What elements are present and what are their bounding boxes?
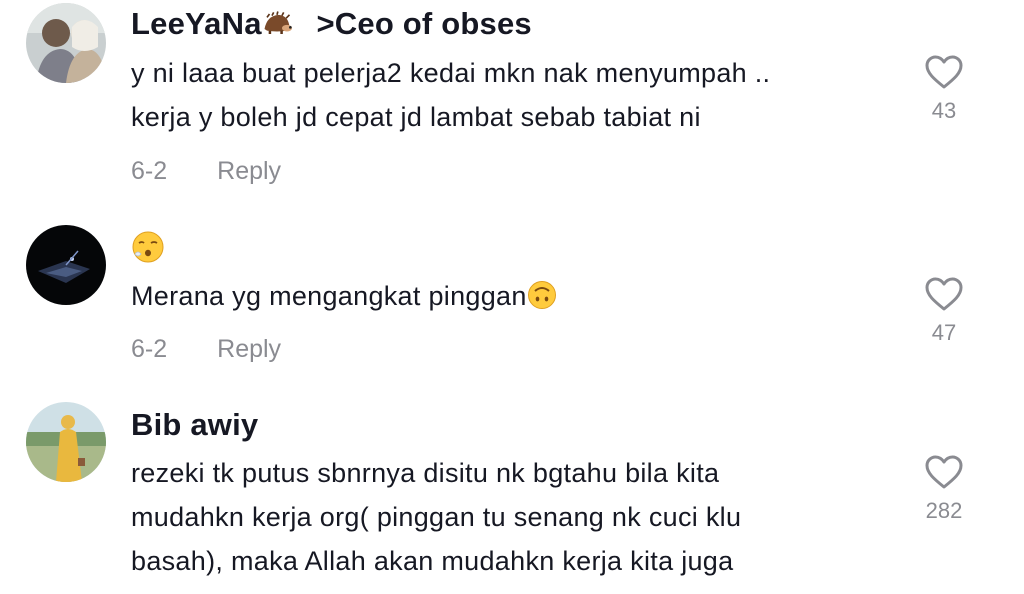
like-count: 43 bbox=[931, 98, 957, 123]
reply-button[interactable]: Reply bbox=[217, 335, 281, 363]
username-suffix: >Ceo of obses bbox=[316, 6, 532, 41]
like-button[interactable]: 43 bbox=[922, 54, 966, 124]
comment-text-line: rezeki tk putus sbnrnya disitu nk bgtahu… bbox=[131, 458, 720, 488]
like-button[interactable]: 47 bbox=[922, 276, 966, 346]
comment-username[interactable]: LeeYaNa >Ceo of obses bbox=[131, 6, 532, 42]
comment-text-line: kerja y boleh jd cepat jd lambat sebab t… bbox=[131, 102, 701, 132]
reply-button[interactable]: Reply bbox=[217, 157, 281, 185]
heart-icon bbox=[925, 55, 963, 89]
face-exhaling-emoji bbox=[131, 230, 165, 264]
comment-date: 6-2 bbox=[131, 157, 168, 185]
avatar-photo bbox=[26, 402, 106, 482]
emoji-line bbox=[131, 230, 165, 264]
avatar[interactable] bbox=[26, 402, 106, 482]
comment-username[interactable]: Bib awiy bbox=[131, 407, 258, 443]
comment-text-line: Merana yg mengangkat pinggan bbox=[131, 280, 557, 312]
comment-meta: 6-2 Reply bbox=[131, 335, 281, 364]
username-text: LeeYaNa bbox=[131, 6, 262, 41]
comment-text-line: basah), maka Allah akan mudahkn kerja ki… bbox=[131, 546, 734, 576]
avatar[interactable] bbox=[26, 3, 106, 83]
upside-down-face-emoji bbox=[527, 280, 557, 310]
hedgehog-emoji bbox=[262, 9, 298, 37]
avatar-photo bbox=[26, 225, 106, 305]
avatar-photo bbox=[26, 3, 106, 83]
comment-text: Merana yg mengangkat pinggan bbox=[131, 281, 527, 311]
comment-text-line: y ni laaa buat pelerja2 kedai mkn nak me… bbox=[131, 58, 771, 88]
heart-icon bbox=[925, 277, 963, 311]
comment-date: 6-2 bbox=[131, 335, 168, 363]
comment-meta: 6-2 Reply bbox=[131, 157, 281, 186]
avatar[interactable] bbox=[26, 225, 106, 305]
heart-icon bbox=[925, 455, 963, 489]
like-count: 47 bbox=[931, 320, 957, 345]
like-count: 282 bbox=[925, 498, 963, 523]
comment-text-line: mudahkn kerja org( pinggan tu senang nk … bbox=[131, 502, 742, 532]
like-button[interactable]: 282 bbox=[922, 454, 966, 524]
